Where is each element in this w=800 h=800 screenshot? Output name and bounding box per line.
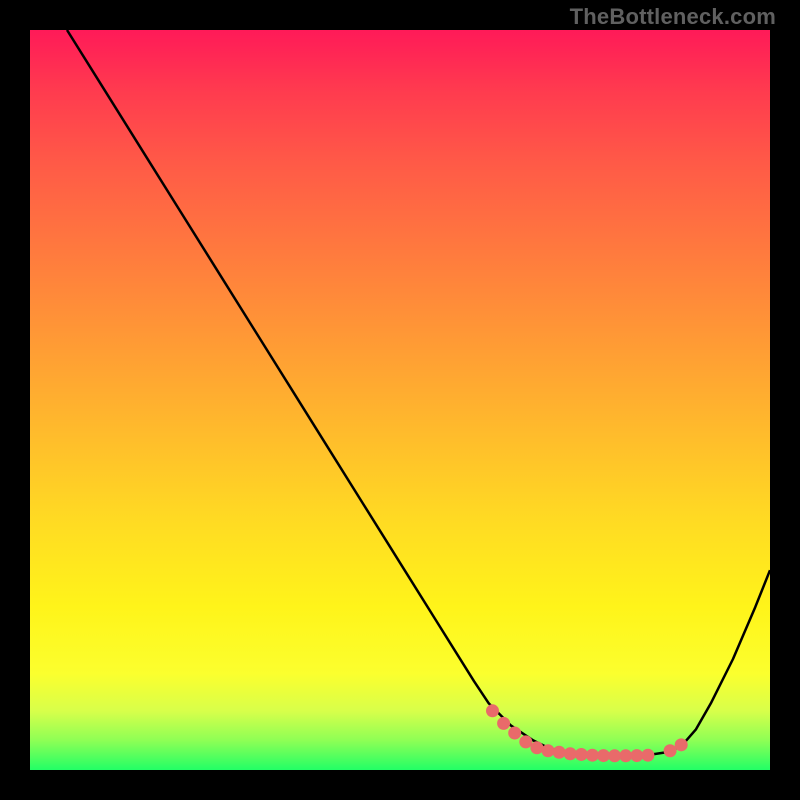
optimal-dot xyxy=(553,746,566,759)
optimal-dot xyxy=(575,748,588,761)
optimal-dot xyxy=(586,749,599,762)
plot-area xyxy=(30,30,770,770)
optimal-dot xyxy=(508,727,521,740)
optimal-dot xyxy=(497,717,510,730)
optimal-dot xyxy=(664,744,677,757)
watermark-text: TheBottleneck.com xyxy=(570,4,776,30)
optimal-dot xyxy=(619,749,632,762)
optimal-dot xyxy=(608,749,621,762)
optimal-dot xyxy=(564,747,577,760)
optimal-dot xyxy=(630,749,643,762)
optimal-dot xyxy=(641,749,654,762)
chart-frame: TheBottleneck.com xyxy=(0,0,800,800)
optimal-dot xyxy=(597,749,610,762)
plot-overlay xyxy=(30,30,770,770)
optimal-dot xyxy=(519,735,532,748)
optimal-dot xyxy=(530,741,543,754)
optimal-dot xyxy=(675,738,688,751)
optimal-dot xyxy=(486,704,499,717)
bottleneck-curve xyxy=(67,30,770,756)
optimal-dot xyxy=(542,744,555,757)
